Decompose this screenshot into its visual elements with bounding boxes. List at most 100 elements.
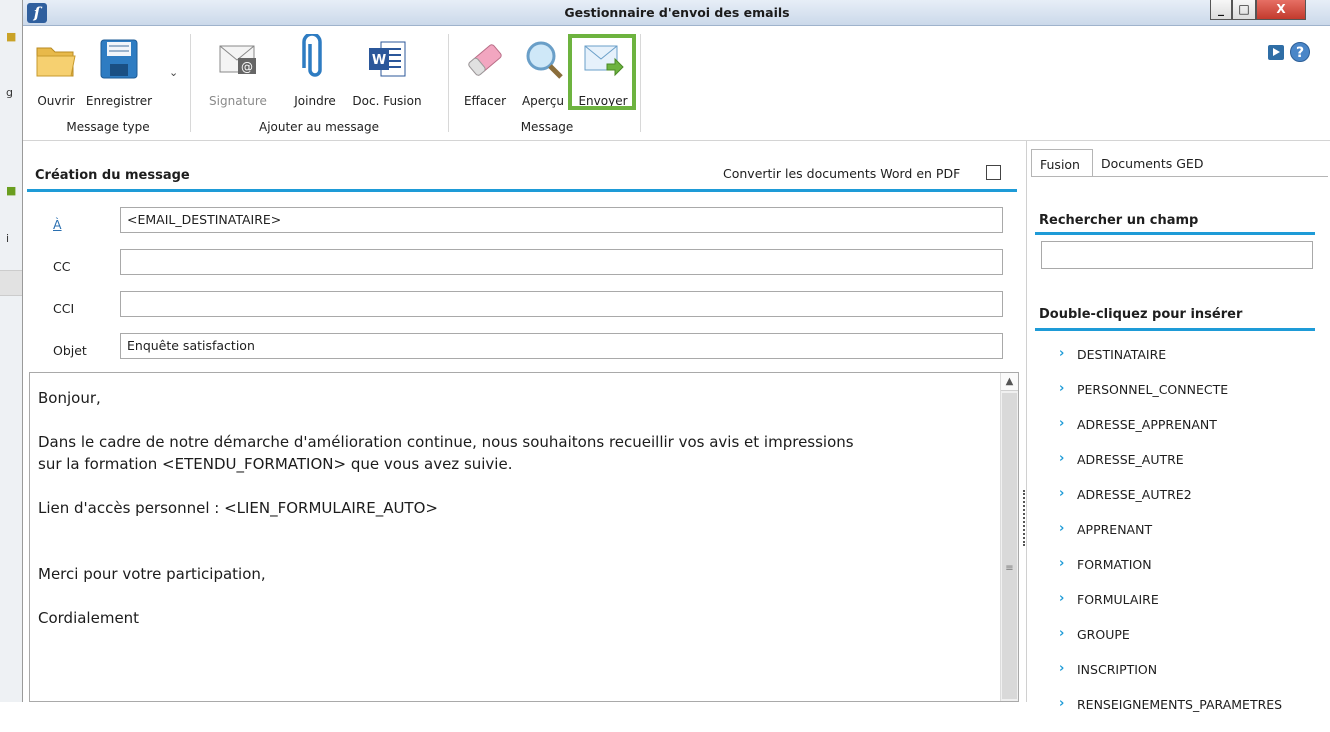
save-label: Enregistrer xyxy=(85,94,153,108)
background-app-strip: ■ g ■ i xyxy=(0,0,22,702)
fusion-tab-content: Rechercher un champ Double-cliquez pour … xyxy=(1031,176,1328,712)
chevron-right-icon: › xyxy=(1059,661,1065,676)
merge-field-label: ADRESSE_AUTRE xyxy=(1077,452,1184,467)
search-field-title: Rechercher un champ xyxy=(1039,213,1199,228)
background-bar xyxy=(0,270,22,296)
ribbon-separator xyxy=(190,34,191,132)
email-manager-window: ſ Gestionnaire d'envoi des emails _ □ X … xyxy=(22,0,1330,712)
subject-label: Objet xyxy=(53,343,87,358)
open-label: Ouvrir xyxy=(37,94,75,108)
compose-title: Création du message xyxy=(35,168,190,183)
message-body-editor[interactable]: Bonjour, Dans le cadre de notre démarche… xyxy=(29,372,1019,702)
splitter-grip-icon[interactable] xyxy=(1023,490,1025,546)
clear-button[interactable]: Effacer xyxy=(459,34,511,108)
attach-label: Joindre xyxy=(294,94,336,108)
paperclip-icon xyxy=(293,32,337,82)
chevron-right-icon: › xyxy=(1059,556,1065,571)
tab-fusion[interactable]: Fusion xyxy=(1031,149,1093,177)
close-button[interactable]: X xyxy=(1256,0,1306,20)
merge-field-item[interactable]: › INSCRIPTION xyxy=(1059,661,1282,697)
signature-label: Signature xyxy=(209,94,267,108)
search-title-underline xyxy=(1035,232,1315,235)
chevron-right-icon: › xyxy=(1059,346,1065,361)
ribbon-toolbar: Ouvrir Enregistrer ⌄ Message type @ Sign… xyxy=(23,26,1330,141)
scroll-up-arrow-icon[interactable]: ▲ xyxy=(1001,373,1018,391)
svg-text:@: @ xyxy=(241,60,253,74)
merge-field-item[interactable]: › FORMULAIRE xyxy=(1059,591,1282,627)
body-scrollbar[interactable]: ▲ ≡ xyxy=(1000,373,1018,701)
merge-field-label: DESTINATAIRE xyxy=(1077,347,1167,362)
group-label-message-type: Message type xyxy=(66,120,150,134)
minimize-button[interactable]: _ xyxy=(1210,0,1232,20)
body-line: Lien d'accès personnel : <LIEN_FORMULAIR… xyxy=(38,499,438,517)
cci-input[interactable] xyxy=(120,291,1003,317)
attach-button[interactable]: Joindre xyxy=(289,32,341,108)
scrollbar-thumb[interactable]: ≡ xyxy=(1002,393,1017,699)
merge-field-label: FORMATION xyxy=(1077,557,1152,572)
save-dropdown-chevron-icon[interactable]: ⌄ xyxy=(169,66,178,79)
chevron-right-icon: › xyxy=(1059,696,1065,711)
pdf-convert-checkbox[interactable] xyxy=(986,165,1001,180)
cc-input[interactable] xyxy=(120,249,1003,275)
to-label-link[interactable]: À xyxy=(53,217,62,232)
to-input[interactable]: <EMAIL_DESTINATAIRE> xyxy=(120,207,1003,233)
help-icon[interactable]: ? xyxy=(1290,42,1310,62)
background-icon: ■ xyxy=(6,30,17,43)
chevron-right-icon: › xyxy=(1059,591,1065,606)
svg-text:W: W xyxy=(372,53,386,68)
body-line: Merci pour votre participation, xyxy=(38,565,266,583)
signature-button[interactable]: @ Signature xyxy=(207,34,269,108)
merge-field-item[interactable]: › GROUPE xyxy=(1059,626,1282,662)
background-text: i xyxy=(6,232,10,245)
maximize-button[interactable]: □ xyxy=(1232,0,1256,20)
chevron-right-icon: › xyxy=(1059,381,1065,396)
background-text: g xyxy=(6,86,13,99)
merge-field-label: ADRESSE_APPRENANT xyxy=(1077,417,1217,432)
preview-label: Aperçu xyxy=(521,94,565,108)
group-label-message: Message xyxy=(520,120,574,134)
ribbon-separator xyxy=(640,34,641,132)
word-document-icon: W xyxy=(365,34,409,82)
chevron-right-icon: › xyxy=(1059,521,1065,536)
merge-field-label: INSCRIPTION xyxy=(1077,662,1158,677)
merge-field-label: ADRESSE_AUTRE2 xyxy=(1077,487,1192,502)
search-field-input[interactable] xyxy=(1041,241,1313,269)
tab-documents-ged[interactable]: Documents GED xyxy=(1093,149,1223,177)
merge-field-item[interactable]: › RENSEIGNEMENTS_PARAMETRES xyxy=(1059,696,1282,732)
body-line: Dans le cadre de notre démarche d'amélio… xyxy=(38,433,854,451)
scroll-grip-icon: ≡ xyxy=(1005,563,1014,574)
insert-title: Double-cliquez pour insérer xyxy=(1039,307,1243,322)
chevron-right-icon: › xyxy=(1059,451,1065,466)
send-highlight-frame xyxy=(568,34,636,110)
magnifier-icon xyxy=(521,34,565,82)
chevron-right-icon: › xyxy=(1059,626,1065,641)
doc-fusion-button[interactable]: W Doc. Fusion xyxy=(350,34,424,108)
merge-field-item[interactable]: › ADRESSE_APPRENANT xyxy=(1059,416,1282,452)
video-play-icon[interactable] xyxy=(1268,45,1284,60)
cc-label: CC xyxy=(53,259,71,274)
insert-title-underline xyxy=(1035,328,1315,331)
cci-label: CCI xyxy=(53,301,75,316)
message-body-text[interactable]: Bonjour, Dans le cadre de notre démarche… xyxy=(38,387,978,629)
body-line: sur la formation <ETENDU_FORMATION> que … xyxy=(38,455,513,473)
merge-field-item[interactable]: › PERSONNEL_CONNECTE xyxy=(1059,381,1282,417)
merge-field-item[interactable]: › DESTINATAIRE xyxy=(1059,346,1282,382)
title-bar: ſ Gestionnaire d'envoi des emails _ □ X xyxy=(23,0,1330,26)
clear-label: Effacer xyxy=(463,94,507,108)
body-line: Cordialement xyxy=(38,609,140,627)
doc-fusion-label: Doc. Fusion xyxy=(352,94,422,108)
folder-icon xyxy=(34,34,78,82)
subject-input[interactable]: Enquête satisfaction xyxy=(120,333,1003,359)
merge-field-item[interactable]: › APPRENANT xyxy=(1059,521,1282,557)
merge-field-item[interactable]: › ADRESSE_AUTRE2 xyxy=(1059,486,1282,522)
merge-field-item[interactable]: › ADRESSE_AUTRE xyxy=(1059,451,1282,487)
merge-field-label: GROUPE xyxy=(1077,627,1130,642)
signature-envelope-icon: @ xyxy=(216,34,260,82)
chevron-right-icon: › xyxy=(1059,416,1065,431)
eraser-icon xyxy=(463,34,507,82)
merge-field-item[interactable]: › FORMATION xyxy=(1059,556,1282,592)
open-button[interactable]: Ouvrir xyxy=(31,34,81,108)
save-button[interactable]: Enregistrer xyxy=(85,34,153,108)
preview-button[interactable]: Aperçu xyxy=(517,34,569,108)
merge-field-label: FORMULAIRE xyxy=(1077,592,1159,607)
